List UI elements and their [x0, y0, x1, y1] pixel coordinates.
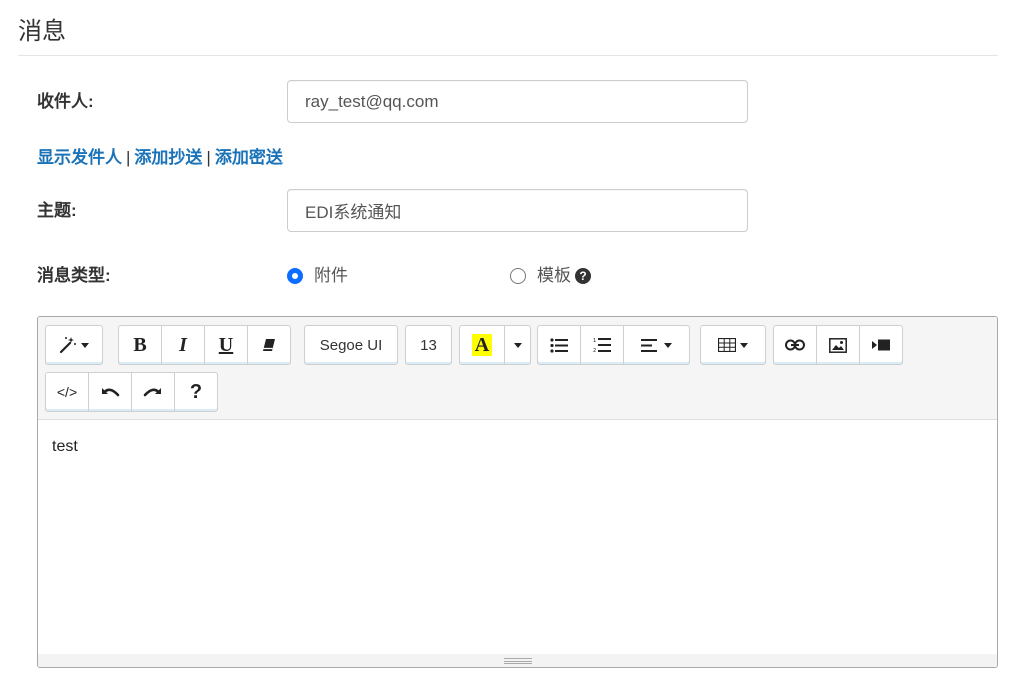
editor-resize-handle[interactable]: [38, 654, 997, 667]
table-group: [700, 325, 766, 365]
italic-button[interactable]: I: [161, 325, 205, 365]
undo-icon: [102, 388, 120, 397]
template-radio[interactable]: [510, 268, 526, 284]
attachment-radio[interactable]: [287, 268, 303, 284]
font-name-group: Segoe UI: [304, 325, 398, 365]
recipient-label: 收件人:: [37, 92, 94, 111]
numbered-list-icon: 1 2: [593, 338, 611, 353]
editor-toolbar: B I U Segoe UI 13 A 1 2 </> ?: [38, 317, 997, 420]
underline-button[interactable]: U: [204, 325, 248, 365]
svg-text:1: 1: [593, 338, 596, 344]
color-group: A: [459, 325, 531, 365]
add-bcc-link[interactable]: 添加密送: [215, 148, 283, 167]
chevron-down-icon: [81, 342, 89, 348]
link-separator: |: [126, 148, 131, 167]
help-button[interactable]: ?: [174, 372, 218, 412]
bullet-list-icon: [550, 337, 568, 353]
paragraph-align-dropdown[interactable]: [623, 325, 690, 365]
message-type-label: 消息类型:: [37, 266, 111, 285]
eraser-icon: [263, 339, 275, 351]
chevron-down-icon: [740, 342, 748, 348]
redo-icon: [143, 388, 161, 397]
subject-input[interactable]: [287, 189, 748, 232]
attachment-radio-label: 附件: [314, 266, 348, 285]
bold-button[interactable]: B: [118, 325, 162, 365]
font-size-group: 13: [405, 325, 452, 365]
undo-button[interactable]: [88, 372, 132, 412]
subject-label: 主题:: [37, 201, 77, 220]
align-left-icon: [641, 338, 657, 352]
rich-text-editor: B I U Segoe UI 13 A 1 2 </> ? test: [37, 316, 998, 668]
table-icon: [718, 338, 736, 352]
font-size-value: 13: [420, 336, 437, 354]
recipient-options-links: 显示发件人 | 添加抄送 | 添加密送: [37, 146, 283, 170]
recent-color-button[interactable]: A: [459, 325, 505, 365]
insert-picture-button[interactable]: [816, 325, 860, 365]
font-color-icon: A: [471, 334, 493, 356]
chevron-down-icon: [513, 342, 522, 348]
title-divider: [18, 55, 998, 56]
font-name-value: Segoe UI: [319, 336, 383, 354]
misc-group: </> ?: [45, 372, 218, 412]
clear-format-button[interactable]: [247, 325, 291, 365]
redo-button[interactable]: [131, 372, 175, 412]
bold-icon: B: [133, 333, 147, 356]
question-circle-icon[interactable]: ?: [575, 268, 591, 284]
insert-video-button[interactable]: [859, 325, 903, 365]
message-type-template-option[interactable]: 模板 ?: [510, 264, 591, 288]
underline-icon: U: [218, 333, 234, 356]
style-dropdown-button[interactable]: [45, 325, 103, 365]
editor-content-area[interactable]: test: [38, 420, 997, 656]
paragraph-group: 1 2: [537, 325, 690, 365]
link-separator: |: [206, 148, 211, 167]
recipient-input[interactable]: [287, 80, 748, 123]
table-dropdown-button[interactable]: [700, 325, 766, 365]
code-view-icon: </>: [56, 384, 78, 400]
insert-link-button[interactable]: [773, 325, 817, 365]
link-icon: [785, 339, 805, 351]
code-view-button[interactable]: </>: [45, 372, 89, 412]
style-group: [45, 325, 103, 365]
picture-icon: [829, 337, 847, 353]
italic-icon: I: [179, 333, 187, 356]
font-size-dropdown[interactable]: 13: [405, 325, 452, 365]
show-sender-link[interactable]: 显示发件人: [37, 148, 122, 167]
template-radio-label: 模板: [537, 266, 571, 285]
question-icon: ?: [189, 380, 203, 403]
chevron-down-icon: [664, 342, 672, 348]
svg-text:2: 2: [593, 348, 596, 353]
video-icon: [872, 339, 890, 351]
color-dropdown-button[interactable]: [504, 325, 531, 365]
page-title: 消息: [18, 18, 66, 45]
message-type-attachment-option[interactable]: 附件: [287, 264, 348, 288]
insert-group: [773, 325, 903, 365]
magic-wand-icon: [59, 337, 76, 354]
grip-icon: [503, 657, 532, 664]
unordered-list-button[interactable]: [537, 325, 581, 365]
add-cc-link[interactable]: 添加抄送: [134, 148, 202, 167]
font-name-dropdown[interactable]: Segoe UI: [304, 325, 398, 365]
font-style-group: B I U: [118, 325, 291, 365]
ordered-list-button[interactable]: 1 2: [580, 325, 624, 365]
